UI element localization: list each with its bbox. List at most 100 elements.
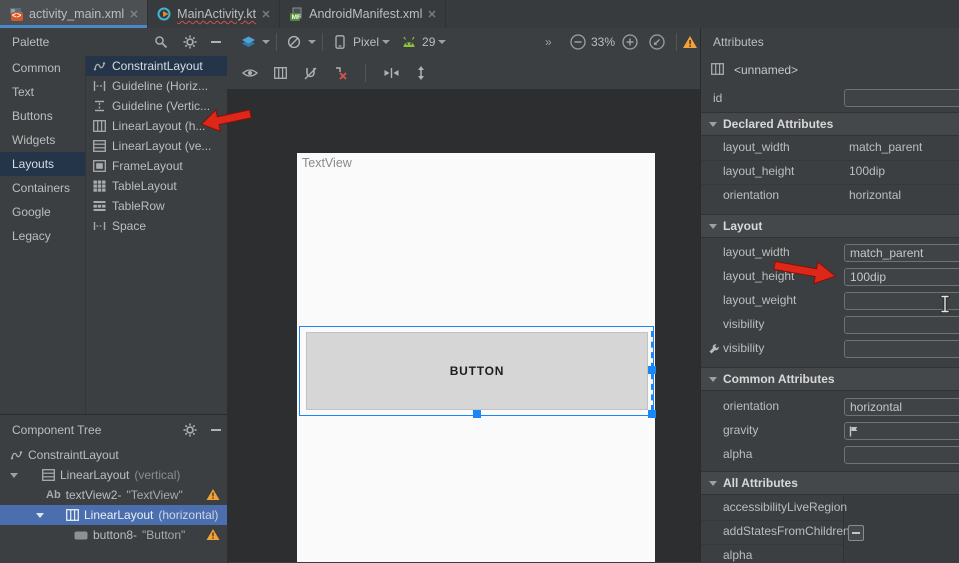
collapse-arrow-icon[interactable] [709,224,717,229]
search-icon[interactable] [150,31,172,53]
id-input[interactable] [844,89,959,107]
expand-vertical-icon[interactable] [410,62,432,84]
warning-icon[interactable] [206,528,220,541]
section-layout[interactable]: Layout [701,214,959,238]
palette-category-common[interactable]: Common [0,56,85,80]
palette-item-guideline-vertical[interactable]: Guideline (Vertic... [86,96,227,116]
orientation-icon[interactable] [283,31,305,53]
palette-item-constraintlayout[interactable]: ConstraintLayout [86,56,227,76]
autoconnect-off-magnet-icon[interactable] [299,62,321,84]
warnings-toggle-icon[interactable] [679,31,701,53]
section-all-attributes[interactable]: All Attributes [701,471,959,495]
view-options-eye-icon[interactable] [239,62,261,84]
toolbar-overflow-chevrons[interactable]: » [545,35,552,49]
attribute-row-layout-width: layout_width [701,241,959,265]
divider [676,33,677,51]
palette-category-containers[interactable]: Containers [0,176,85,200]
chevron-down-icon [438,40,446,44]
palette-category-buttons[interactable]: Buttons [0,104,85,128]
close-icon[interactable] [262,10,270,18]
attribute-row: layout_width match_parent [701,136,959,160]
palette-item-tablerow[interactable]: TableRow [86,196,227,216]
constraint-toolbar [227,56,700,89]
palette-item-guideline-horizontal[interactable]: Guideline (Horiz... [86,76,227,96]
tab-androidmanifest-xml[interactable]: MF AndroidManifest.xml [280,0,446,28]
zoom-in-icon[interactable] [619,31,641,53]
tools-visibility-input[interactable] [844,340,959,358]
tree-row-button8[interactable]: button8-"Button" [0,525,227,545]
resize-handle-bottom-center[interactable] [473,410,481,418]
attribute-row-addstatesfromchildren: addStatesFromChildren [701,520,959,544]
layout-weight-input[interactable] [844,292,959,310]
palette-item-space[interactable]: Space [86,216,227,236]
android-studio-layout-editor: { "tabs": [ {"label": "activity_main.xml… [0,0,959,562]
gear-icon[interactable] [179,419,201,441]
palette-item-tablelayout[interactable]: TableLayout [86,176,227,196]
collapse-arrow-icon[interactable] [709,481,717,486]
expand-arrow-icon[interactable] [10,473,18,478]
close-icon[interactable] [428,10,436,18]
device-selector[interactable]: Pixel [353,35,379,49]
orientation-input[interactable] [844,398,959,416]
indeterminate-checkbox[interactable] [848,525,864,541]
minimize-icon[interactable] [205,419,227,441]
constraint-layout-icon [93,60,106,72]
resize-handle-right-center[interactable] [648,366,656,374]
tree-row-linearlayout-vertical[interactable]: LinearLayout(vertical) [0,465,227,485]
layout-width-input[interactable] [844,244,959,262]
linearlayout-horizontal-icon [93,120,106,132]
api-level-selector[interactable]: 29 [422,35,435,49]
palette-item-framelayout[interactable]: FrameLayout [86,156,227,176]
zoom-level: 33% [591,35,615,49]
palette-category-legacy[interactable]: Legacy [0,224,85,248]
section-declared-attributes[interactable]: Declared Attributes [701,112,959,136]
design-mode-layers-icon[interactable] [237,31,259,53]
minimize-icon[interactable] [205,31,227,53]
gravity-input[interactable] [844,422,959,440]
device-phone-icon [329,31,351,53]
warning-icon[interactable] [206,488,220,501]
design-surface-toolbar: Pixel 29 » 33% [227,28,700,56]
visibility-input[interactable] [844,316,959,334]
palette-category-text[interactable]: Text [0,80,85,104]
component-tree-header: Component Tree [0,415,227,445]
tablelayout-icon [93,180,106,192]
palette-item-linearlayout-vertical[interactable]: LinearLayout (ve... [86,136,227,156]
device-screen[interactable]: TextView BUTTON [297,153,655,562]
clear-constraints-icon[interactable] [329,62,351,84]
tablerow-icon [93,200,106,212]
pack-horizontal-icon[interactable] [380,62,402,84]
tree-row-constraintlayout[interactable]: ConstraintLayout [0,445,227,465]
collapse-arrow-icon[interactable] [709,377,717,382]
guideline-vertical-icon [93,100,106,112]
alpha-input[interactable] [844,446,959,464]
divider [365,64,366,82]
textview-widget[interactable]: TextView [302,156,352,170]
collapse-arrow-icon[interactable] [709,122,717,127]
section-common-attributes[interactable]: Common Attributes [701,367,959,391]
close-icon[interactable] [130,10,138,18]
palette-category-layouts[interactable]: Layouts [0,152,85,176]
layout-height-input[interactable] [844,268,959,286]
zoom-out-icon[interactable] [567,31,589,53]
flag-icon[interactable] [849,426,859,437]
button-widget[interactable]: BUTTON [306,332,648,410]
gear-icon[interactable] [179,31,201,53]
palette-item-linearlayout-horizontal[interactable]: LinearLayout (h... [86,116,227,136]
blueprint-columns-icon[interactable] [269,62,291,84]
chevron-down-icon [382,40,390,44]
palette-category-google[interactable]: Google [0,200,85,224]
guideline-horizontal-icon [93,80,106,92]
tab-activity-main-xml[interactable]: <> activity_main.xml [0,0,148,28]
tree-row-textview2[interactable]: Ab textView2-"TextView" [0,485,227,505]
space-icon [93,220,106,232]
kotlin-file-icon [157,7,171,21]
tab-mainactivity-kt[interactable]: MainActivity.kt [148,0,280,28]
zoom-to-fit-icon[interactable] [646,31,668,53]
divider [276,33,277,51]
expand-arrow-icon[interactable] [36,513,44,518]
attribute-row-tools-visibility: visibility [701,337,959,361]
tree-row-linearlayout-horizontal[interactable]: LinearLayout(horizontal) [0,505,227,525]
resize-handle-bottom-right[interactable] [648,410,656,418]
palette-category-widgets[interactable]: Widgets [0,128,85,152]
